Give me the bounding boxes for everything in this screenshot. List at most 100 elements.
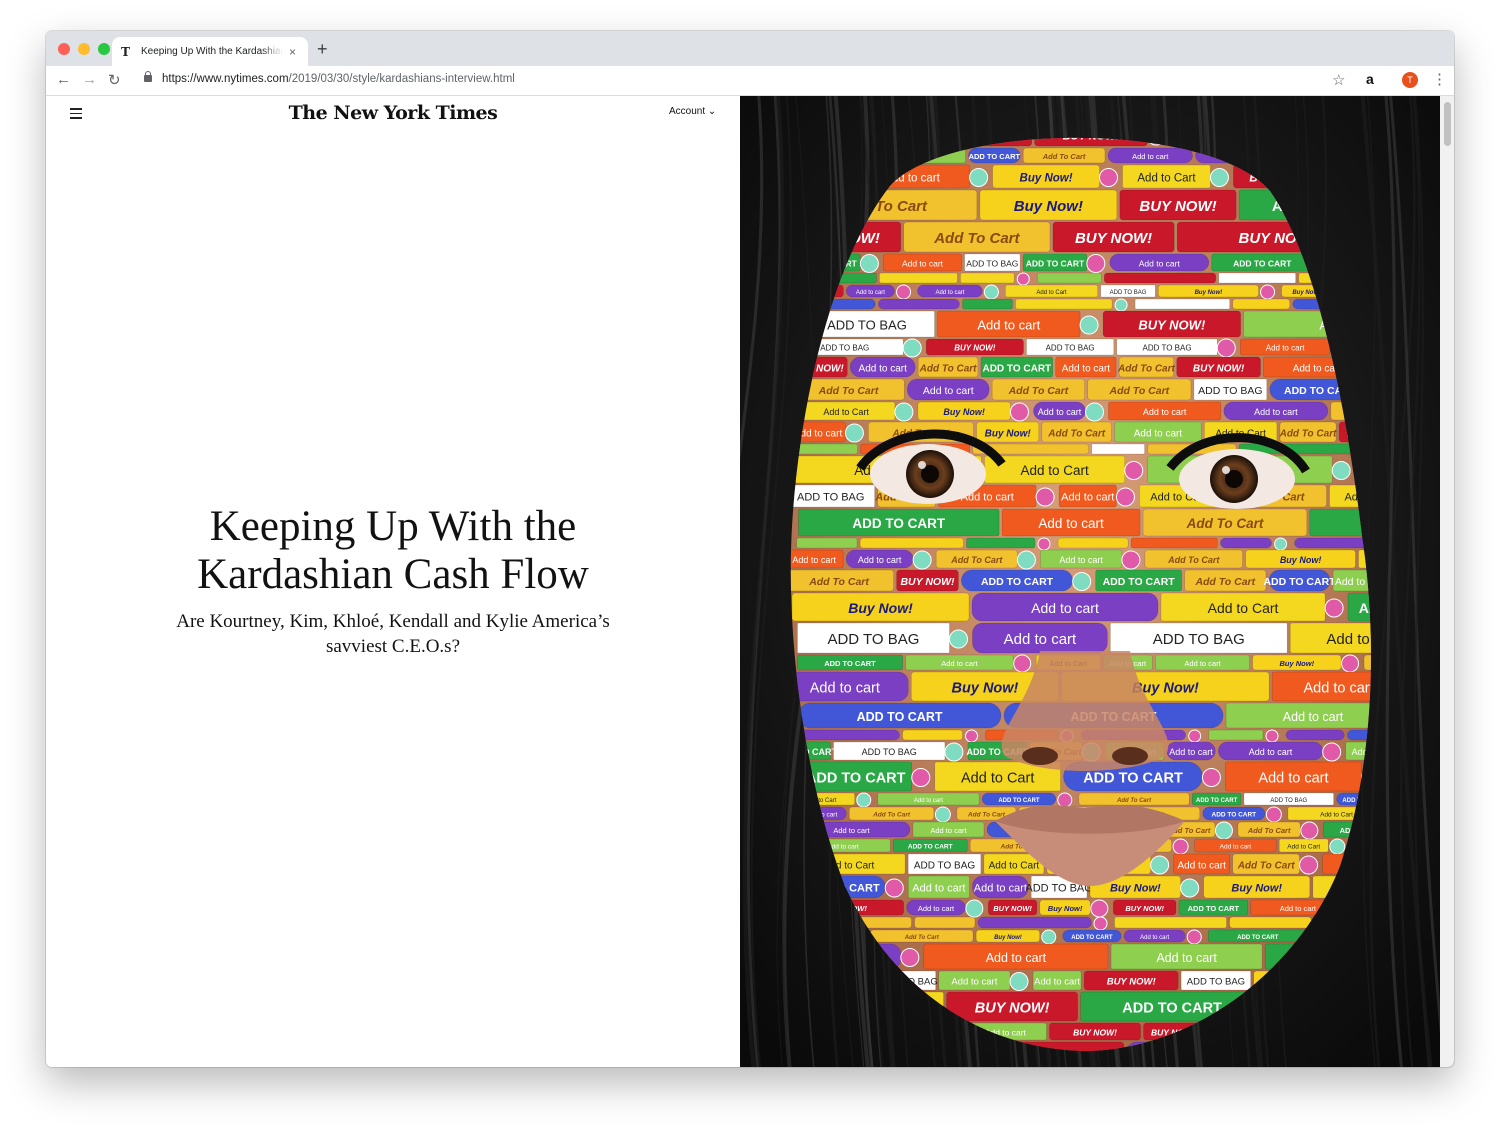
browser-tab[interactable]: T Keeping Up With the Kardashians ×	[112, 37, 308, 66]
collage-button-label: Add to cart	[1254, 407, 1298, 417]
scrollbar-thumb[interactable]	[1444, 102, 1451, 146]
collage-button-label: BUY NOW!	[1075, 230, 1152, 247]
collage-cart-button: ADD TO CART	[981, 792, 1057, 806]
new-tab-button[interactable]: +	[317, 39, 328, 60]
collage-button-label: Add To Cart	[1117, 363, 1176, 374]
cart-badge-icon	[1114, 298, 1128, 312]
collage-button-label: Add To Cart	[1186, 516, 1264, 531]
cart-badge-icon	[1016, 272, 1030, 286]
collage-button-label: Add To Cart	[1279, 428, 1338, 439]
forward-icon[interactable]: →	[82, 71, 97, 88]
collage-button-label: Add to cart	[1169, 747, 1213, 757]
star-icon[interactable]: ☆	[1332, 71, 1345, 89]
collage-button-label: ADD TO CART	[1103, 576, 1176, 588]
collage-cart-button: Buy Now!	[976, 421, 1040, 443]
collage-cart-button: Add to Cart	[984, 455, 1126, 484]
amazon-icon[interactable]: a	[1366, 71, 1374, 87]
back-icon[interactable]: ←	[56, 71, 71, 88]
cart-badge-icon	[1099, 168, 1119, 187]
collage-button-label: ADD TO CART	[1122, 1000, 1222, 1016]
collage-button-label: Add to cart	[1184, 659, 1221, 668]
collage-cart-button: Add to cart	[1058, 484, 1117, 508]
collage-button-label: Add To Cart	[933, 230, 1020, 247]
collage-cart-button: Add to cart	[1033, 401, 1086, 421]
collage-cart-button: Add to cart	[907, 378, 990, 401]
collage-button-label: ADD TO CART	[1233, 258, 1292, 268]
cart-badge-icon	[1079, 315, 1099, 335]
collage-cart-button: ADD TO CART	[893, 838, 968, 853]
collage-button-label: Add To Cart	[1008, 385, 1069, 397]
collage-button-label: Add to cart	[914, 798, 943, 804]
collage-cart-button: Add to cart	[1173, 853, 1230, 875]
collage-button-label: Add to cart	[1258, 770, 1328, 786]
masthead-logo[interactable]: The New York Times	[46, 102, 740, 124]
collage-cart-button: Add to cart	[908, 875, 970, 899]
scrollbar[interactable]	[1440, 96, 1454, 1067]
maximize-window-button[interactable]	[98, 43, 110, 55]
cart-badge-icon	[969, 168, 989, 187]
menu-icon[interactable]: ⋮	[1432, 70, 1447, 88]
collage-cart-button: ADD TO CART	[799, 761, 913, 792]
address-bar[interactable]: https://www.nytimes.com/2019/03/30/style…	[162, 73, 515, 85]
collage-cart-button: BUY NOW!	[1052, 221, 1175, 253]
cart-badge-icon	[844, 423, 864, 443]
collage-cart-button: Buy Now!	[1245, 549, 1356, 569]
minimize-window-button[interactable]	[78, 43, 90, 55]
cart-badge-icon	[1186, 929, 1202, 945]
collage-button-label: Add To Cart	[1167, 555, 1220, 565]
collage-button-label: ADD TO CART	[1188, 904, 1240, 913]
collage-button-label: Add to cart	[833, 826, 870, 835]
collage-cart-button	[1104, 272, 1216, 284]
collage-cart-button: ADD TO BAG	[1180, 970, 1251, 991]
collage-cart-button: Add to Cart	[1160, 592, 1326, 622]
collage-button-label: Add to cart	[1004, 631, 1077, 648]
collage-cart-button: BUY NOW!	[946, 991, 1078, 1022]
cart-badge-icon	[934, 806, 951, 823]
collage-cart-button: ADD TO CART	[968, 147, 1021, 164]
collage-cart-button: Add to cart	[938, 970, 1011, 991]
cart-badge-icon	[1331, 461, 1351, 480]
collage-cart-button: ADD TO CART	[980, 356, 1053, 378]
collage-cart-button: ADD TO CART	[797, 702, 1002, 729]
collage-button-label: ADD TO CART	[908, 844, 953, 851]
tab-close-icon[interactable]: ×	[289, 45, 296, 59]
collage-cart-button	[879, 272, 958, 284]
collage-button-label: ADD TO BAG	[914, 860, 976, 871]
collage-cart-button: BUY NOW!	[1049, 1022, 1141, 1041]
cart-badge-icon	[1093, 916, 1108, 931]
collage-cart-button: Add To Cart	[1184, 569, 1267, 592]
collage-cart-button: ADD TO CART	[797, 654, 903, 671]
collage-button-label: ADD TO CART	[824, 659, 876, 668]
collage-cart-button: BUY NOW!	[1176, 356, 1261, 378]
right-nostril	[1112, 747, 1148, 765]
collage-cart-button: Add To Cart	[1237, 821, 1301, 838]
collage-cart-button: ADD TO CART	[1263, 569, 1336, 592]
article-header: The New York Times Account ⌄ Keeping Up …	[46, 96, 740, 1067]
cart-badge-icon	[1214, 821, 1233, 840]
cart-badge-icon	[1300, 821, 1319, 840]
collage-cart-button: Buy Now!	[1203, 875, 1311, 899]
headline: Keeping Up With the Kardashian Cash Flow	[46, 503, 740, 599]
close-window-button[interactable]	[58, 43, 70, 55]
collage-button-label: Add To Cart	[904, 935, 940, 941]
collage-cart-button: Buy Now!	[975, 929, 1040, 943]
collage-cart-button	[1015, 298, 1113, 310]
collage-button-label: Add to cart	[1249, 747, 1293, 757]
reload-icon[interactable]: ↻	[108, 71, 121, 89]
profile-icon[interactable]: T	[1402, 72, 1418, 88]
collage-button-label: Add to Cart	[1320, 812, 1353, 819]
collage-button-label: Add to cart	[941, 659, 978, 668]
collage-button-label: Add to cart	[902, 258, 944, 268]
browser-toolbar: ← → ↻ https://www.nytimes.com/2019/03/30…	[46, 66, 1454, 96]
collage-cart-button: Add To Cart	[1078, 792, 1190, 806]
collage-cart-button: BUY NOW!	[988, 899, 1038, 916]
collage-cart-button: ADD TO CART	[1202, 806, 1266, 821]
collage-cart-button: ADD TO BAG	[797, 622, 950, 654]
cart-badge-icon	[1037, 537, 1051, 551]
collage-button-label: Buy Now!	[943, 407, 985, 417]
cart-badge-icon	[1260, 284, 1276, 300]
account-menu[interactable]: Account ⌄	[669, 106, 716, 117]
cart-badge-icon	[911, 768, 931, 787]
collage-button-label: Add to cart	[930, 826, 967, 835]
collage-button-label: ADD TO CART	[857, 710, 943, 724]
